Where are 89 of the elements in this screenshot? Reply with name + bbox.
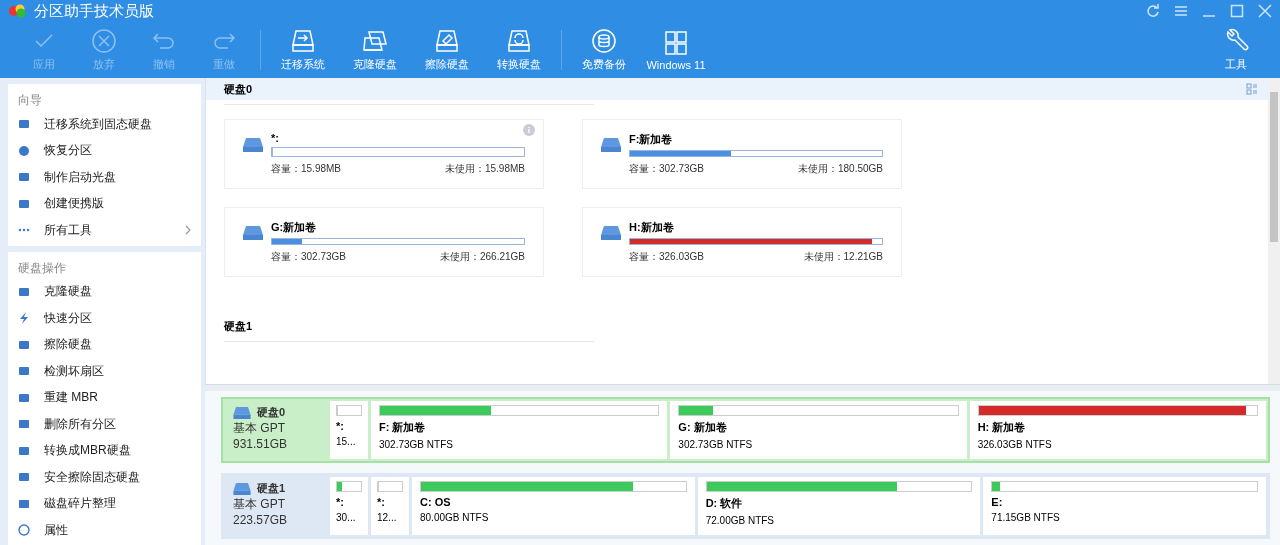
disk-eraser-icon [433, 28, 461, 54]
partition-card[interactable]: H:新加卷 容量：326.03GB 未使用：12.21GB [582, 207, 902, 277]
partition-name: H:新加卷 [629, 220, 675, 235]
disk-size: 931.51GB [233, 437, 289, 451]
partition-block[interactable]: *: 12... [371, 477, 409, 535]
maximize-icon[interactable] [1230, 4, 1244, 18]
scrollbar[interactable] [1268, 78, 1280, 384]
sidebar-item[interactable]: 迁移系统到固态硬盘 [8, 111, 201, 138]
menu-icon[interactable] [1174, 4, 1188, 18]
partition-block[interactable]: G: 新加卷 302.73GB NTFS [670, 401, 967, 459]
sidebar-item[interactable]: 检测坏扇区 [8, 358, 201, 385]
section-title: 硬盘操作 [17, 259, 67, 277]
grid-icon [662, 29, 690, 56]
sidebar-item[interactable]: 恢复分区 [8, 137, 201, 164]
window-title: 分区助手技术员版 [34, 1, 154, 21]
sidebar-item[interactable]: 所有工具 [8, 217, 201, 244]
partition-label: F: 新加卷 [379, 420, 427, 435]
sidebar-item[interactable]: 创建便携版 [8, 190, 201, 217]
partition-block[interactable]: E: 71.15GB NTFS [983, 477, 1266, 535]
partition-detail: 302.73GB NTFS [379, 439, 454, 450]
partition-name: F:新加卷 [629, 132, 674, 147]
disk-size: 223.57GB [233, 513, 289, 527]
partition-label: G: 新加卷 [678, 420, 728, 435]
partition-label: *: [377, 496, 386, 508]
sidebar-item[interactable]: 制作启动光盘 [8, 164, 201, 191]
partition-block[interactable]: F: 新加卷 302.73GB NTFS [371, 401, 668, 459]
sidebar-item[interactable]: 删除所有分区 [8, 411, 201, 438]
unused-text: 未使用：180.50GB [797, 162, 883, 176]
partition-block[interactable]: H: 新加卷 326.03GB NTFS [969, 401, 1266, 459]
sidebar-item[interactable]: 重建 MBR [8, 384, 201, 411]
partition-detail: 72.00GB NTFS [705, 515, 776, 526]
disk-row[interactable]: 硬盘1 基本 GPT 223.57GB *: 30... *: 12... C: OS 80.00GB NTFS D: 软件 72.00GB NTFS E: 71.15GB NTFS [221, 473, 1270, 539]
partition-block[interactable]: C: OS 80.00GB NTFS [412, 477, 695, 535]
disk-name: 硬盘0 [257, 405, 286, 420]
disk-heading: 硬盘1 [224, 318, 253, 334]
backup-icon [590, 28, 618, 54]
partition-block[interactable]: *: 15... [330, 401, 368, 459]
sidebar-item[interactable]: 转换成MBR硬盘 [8, 437, 201, 464]
capacity-text: 容量：326.03GB [629, 250, 705, 264]
section-title: 向导 [17, 92, 43, 109]
partition-detail: 80.00GB NTFS [420, 512, 490, 523]
partition-label: C: OS [420, 496, 452, 508]
sidebar-item[interactable]: 快速分区 [8, 305, 201, 332]
lightning-icon [18, 312, 30, 325]
partition-detail: 30... [336, 512, 357, 523]
partition-block[interactable]: D: 软件 72.00GB NTFS [697, 477, 981, 535]
partition-detail: 12... [377, 512, 398, 523]
sidebar-item[interactable]: 属性 [8, 517, 201, 544]
partition-card[interactable]: G:新加卷 容量：302.73GB 未使用：266.21GB [224, 207, 544, 277]
disk-row[interactable]: 硬盘0 基本 GPT 931.51GB *: 15... F: 新加卷 302.73GB NTFS G: 新加卷 302.73GB NTFS H: 新加卷 326.03GB NTFS [221, 397, 1270, 463]
partition-name: G:新加卷 [271, 220, 318, 235]
unused-text: 未使用：15.98MB [444, 162, 525, 176]
logo-icon [8, 4, 28, 18]
capacity-text: 容量：15.98MB [271, 162, 342, 176]
partition-label: *: [336, 496, 345, 508]
usage-bar [336, 481, 362, 492]
close-icon[interactable] [1258, 4, 1272, 18]
partition-label: *: [336, 420, 345, 432]
view-toggle-icon[interactable] [1246, 83, 1258, 95]
partition-label: D: 软件 [705, 496, 744, 511]
partition-name: *: [271, 132, 280, 144]
sidebar-item[interactable]: 克隆硬盘 [8, 278, 201, 305]
capacity-text: 容量：302.73GB [271, 250, 347, 264]
disk-heading: 硬盘0 [224, 81, 253, 97]
partition-label: E: [991, 496, 1004, 508]
sidebar-item[interactable]: 磁盘碎片整理 [8, 490, 201, 517]
unused-text: 未使用：12.21GB [803, 250, 883, 264]
chevron-right-icon [185, 225, 191, 236]
unused-text: 未使用：266.21GB [439, 250, 525, 264]
cancel-circle-icon [90, 28, 118, 54]
partition-detail: 15... [336, 436, 357, 447]
partition-card[interactable]: *: 容量：15.98MB 未使用：15.98MB [224, 119, 544, 189]
sidebar-item[interactable]: 擦除硬盘 [8, 331, 201, 358]
partition-detail: 302.73GB NTFS [678, 439, 754, 450]
sidebar-item[interactable]: 安全擦除固态硬盘 [8, 464, 201, 491]
partition-detail: 326.03GB NTFS [977, 439, 1053, 450]
pane-splitter[interactable] [205, 384, 1280, 391]
disk-type: 基本 GPT [233, 496, 286, 513]
disk-arrow-icon [289, 28, 317, 54]
partition-label: H: 新加卷 [977, 420, 1027, 435]
usage-bar [377, 481, 403, 492]
disk-refresh-icon [505, 28, 533, 54]
disk-type: 基本 GPT [233, 420, 286, 437]
usage-bar [336, 405, 362, 416]
capacity-text: 容量：302.73GB [629, 162, 705, 176]
disk-name: 硬盘1 [257, 481, 286, 496]
partition-block[interactable]: *: 30... [330, 477, 368, 535]
partition-detail: 71.15GB NTFS [991, 512, 1061, 523]
partition-card[interactable]: F:新加卷 容量：302.73GB 未使用：180.50GB [582, 119, 902, 189]
